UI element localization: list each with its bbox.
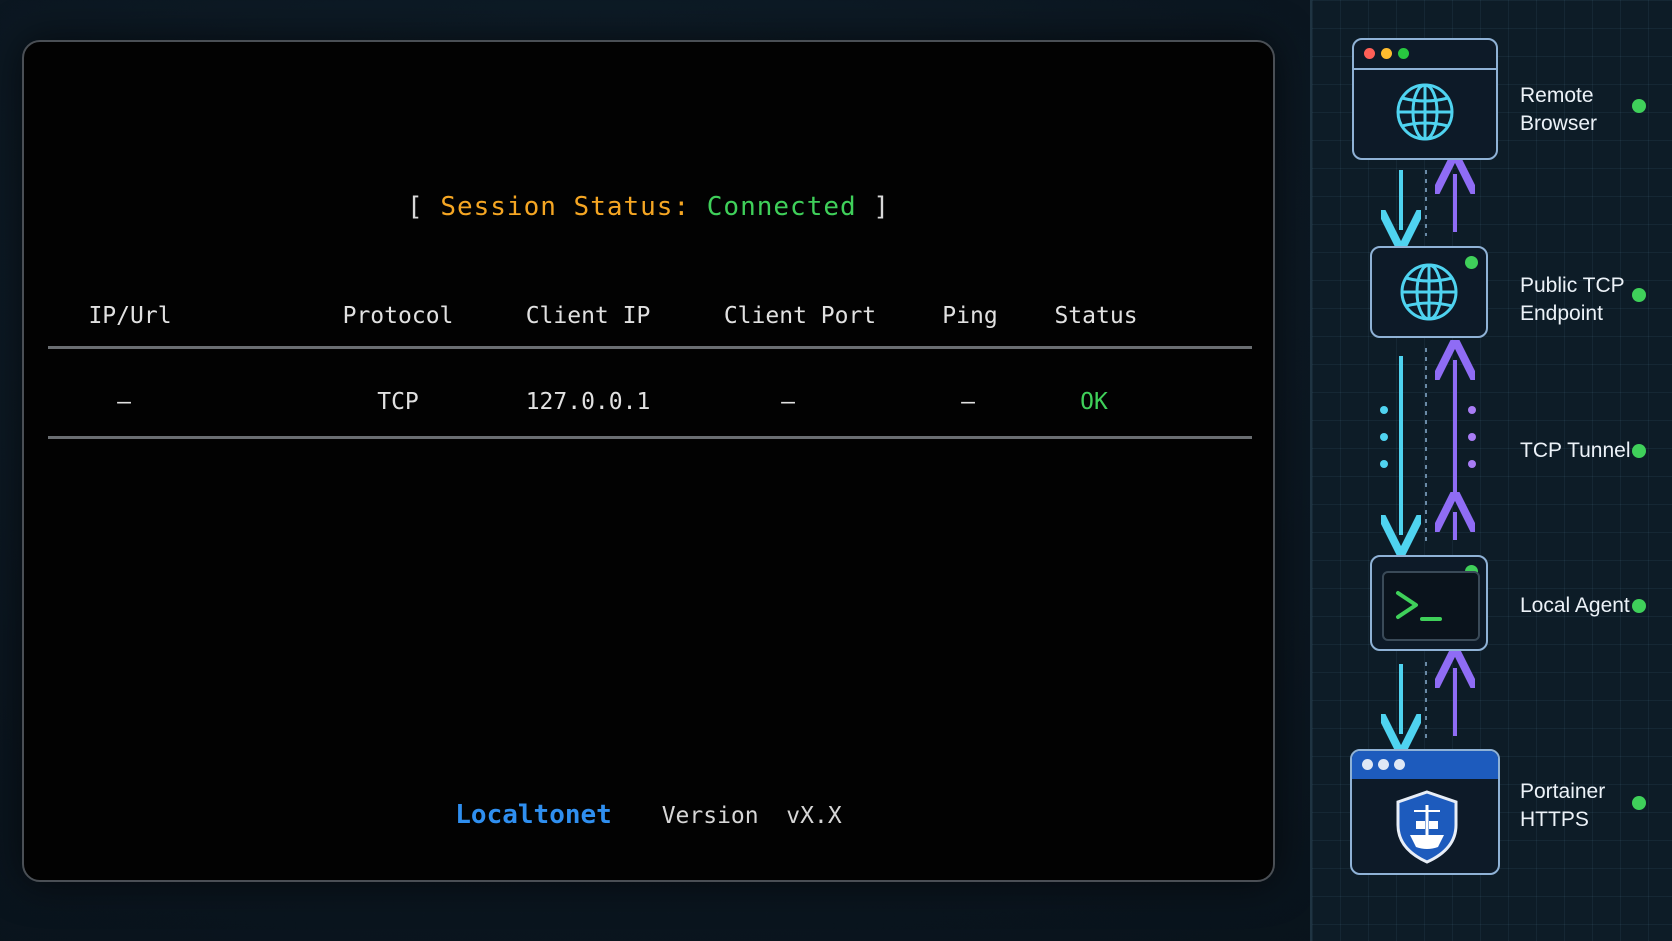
- shield-ship-icon: [1396, 790, 1458, 864]
- globe-icon: [1400, 263, 1458, 321]
- terminal-screen: [1382, 571, 1480, 641]
- local-agent-node[interactable]: [1370, 555, 1488, 651]
- public-tcp-endpoint-node[interactable]: [1370, 246, 1488, 338]
- window-maximize-dot: [1398, 48, 1409, 59]
- label-local-agent: Local Agent: [1520, 594, 1630, 617]
- window-close-dot: [1364, 48, 1375, 59]
- status-dot-local-agent: [1632, 599, 1646, 613]
- flow-segment-agent-portainer: [1401, 662, 1455, 740]
- status-dot-tcp-tunnel: [1632, 444, 1646, 458]
- portainer-https-node[interactable]: [1350, 749, 1500, 875]
- window-minimize-dot: [1381, 48, 1392, 59]
- online-indicator: [1465, 256, 1478, 269]
- flow-segment-tcp-tunnel: [1380, 348, 1476, 545]
- window-dot: [1378, 759, 1389, 770]
- browser-titlebar: [1354, 40, 1496, 70]
- label-public-tcp-endpoint: Public TCP Endpoint: [1520, 274, 1625, 325]
- status-dot-public-tcp-endpoint: [1632, 288, 1646, 302]
- flow-segment-browser-endpoint: [1401, 170, 1455, 236]
- label-tcp-tunnel: TCP Tunnel: [1520, 439, 1631, 462]
- window-dot: [1362, 759, 1373, 770]
- label-portainer-https: Portainer HTTPS: [1520, 780, 1606, 831]
- terminal-prompt-icon: [1396, 591, 1442, 621]
- portainer-titlebar: [1352, 751, 1498, 779]
- label-remote-browser: Remote Browser: [1520, 84, 1598, 135]
- status-dot-portainer-https: [1632, 796, 1646, 810]
- window-dot: [1394, 759, 1405, 770]
- status-dot-remote-browser: [1632, 99, 1646, 113]
- remote-browser-node[interactable]: [1352, 38, 1498, 160]
- globe-icon: [1396, 83, 1454, 141]
